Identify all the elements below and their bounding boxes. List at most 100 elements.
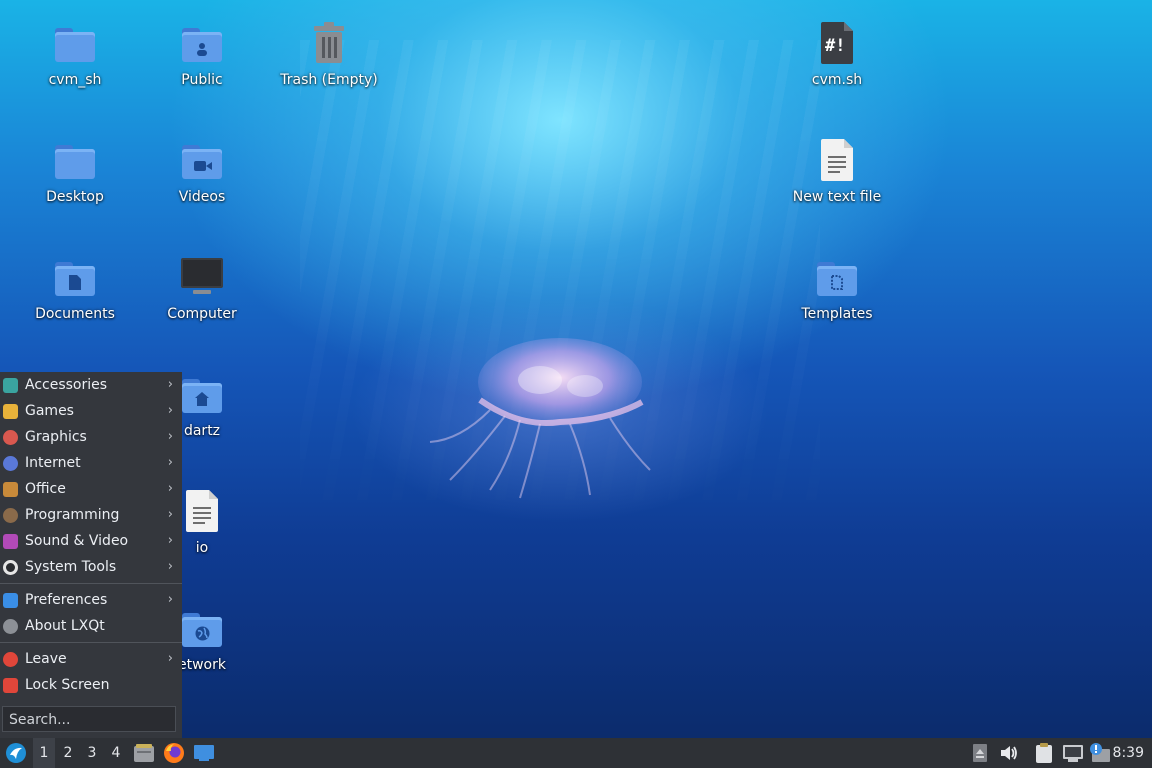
submenu-arrow-icon: › — [167, 455, 173, 470]
menu-item-lock-screen[interactable]: Lock Screen — [0, 672, 182, 698]
desktop-icon-label: New text file — [792, 189, 882, 205]
power-icon — [3, 652, 18, 667]
tray-clipboard[interactable] — [1035, 742, 1053, 764]
graphics-icon — [3, 430, 18, 445]
text-file-icon — [814, 139, 860, 183]
desktop-icon-label: Documents — [35, 306, 115, 322]
submenu-arrow-icon: › — [167, 403, 173, 418]
desktop-icon-videos[interactable]: Videos — [142, 139, 262, 205]
volume-icon — [1001, 746, 1017, 760]
menu-item-label: About LXQt — [25, 618, 105, 634]
menu-item-label: Lock Screen — [25, 677, 110, 693]
script-file-icon: #! — [814, 22, 860, 66]
desktop-icon-label: Desktop — [46, 189, 104, 205]
desktop-icon-label: Public — [181, 72, 223, 88]
jellyfish-wallpaper-art — [429, 338, 651, 499]
menu-search-input[interactable]: Search... — [2, 706, 176, 732]
notification-icon — [1090, 743, 1110, 762]
menu-item-label: Office — [25, 481, 66, 497]
application-menu: Accessories › Games › Graphics › Interne… — [0, 372, 182, 738]
network-wired-icon — [1063, 745, 1083, 762]
desktop-switch-3[interactable]: 3 — [81, 738, 103, 768]
menu-item-sound-video[interactable]: Sound & Video › — [0, 528, 182, 554]
internet-icon — [3, 456, 18, 471]
submenu-arrow-icon: › — [167, 481, 173, 496]
file-manager-launcher[interactable] — [133, 743, 155, 763]
menu-item-label: Accessories — [25, 377, 108, 393]
menu-item-programming[interactable]: Programming › — [0, 502, 182, 528]
documents-folder-icon — [52, 256, 98, 300]
firefox-icon — [164, 743, 184, 763]
lxqt-logo-icon — [6, 743, 26, 763]
desktop-icon-templates[interactable]: Templates — [777, 256, 897, 322]
firefox-launcher[interactable] — [163, 742, 185, 764]
menu-item-preferences[interactable]: Preferences › — [0, 587, 182, 613]
desktop-icon-trash[interactable]: Trash (Empty) — [269, 22, 389, 88]
menu-separator — [0, 583, 182, 584]
desktop-icon-label: Videos — [178, 189, 226, 205]
desktop-icon-cvm_sh[interactable]: cvm_sh — [15, 22, 135, 88]
menu-item-label: Preferences — [25, 592, 108, 608]
home-folder-icon — [179, 373, 225, 417]
computer-monitor-icon — [179, 256, 225, 300]
clipboard-icon — [1036, 743, 1052, 763]
submenu-arrow-icon: › — [167, 507, 173, 522]
network-folder-icon — [179, 607, 225, 651]
desktop-icon-documents[interactable]: Documents — [15, 256, 135, 322]
menu-item-label: Internet — [25, 455, 81, 471]
desktop-icon-desktop[interactable]: Desktop — [15, 139, 135, 205]
submenu-arrow-icon: › — [167, 377, 173, 392]
tray-volume[interactable] — [999, 744, 1019, 762]
show-desktop-button[interactable] — [193, 744, 215, 762]
desktop-switch-2[interactable]: 2 — [57, 738, 79, 768]
accessories-icon — [3, 378, 18, 393]
desktop-icon-label: Trash (Empty) — [280, 72, 378, 88]
videos-folder-icon — [179, 139, 225, 183]
menu-item-internet[interactable]: Internet › — [0, 450, 182, 476]
show-desktop-icon — [194, 745, 214, 761]
desktop-icon-label: Computer — [167, 306, 237, 322]
desktop-icon-new-text-file[interactable]: New text file — [777, 139, 897, 205]
taskbar-panel: 1 2 3 4 8:39 — [0, 738, 1152, 768]
menu-item-about-lxqt[interactable]: About LXQt — [0, 613, 182, 639]
submenu-arrow-icon: › — [167, 592, 173, 607]
menu-item-games[interactable]: Games › — [0, 398, 182, 424]
tray-item-removable[interactable] — [972, 743, 988, 763]
menu-item-system-tools[interactable]: System Tools › — [0, 554, 182, 580]
menu-item-label: System Tools — [25, 559, 117, 575]
menu-item-label: Sound & Video — [25, 533, 129, 549]
menu-item-accessories[interactable]: Accessories › — [0, 372, 182, 398]
lxqt-menu-button[interactable] — [5, 742, 27, 764]
desktop-icon-public[interactable]: Public — [142, 22, 262, 88]
templates-folder-icon — [814, 256, 860, 300]
menu-item-label: Games — [25, 403, 74, 419]
folder-icon — [52, 22, 98, 66]
clock[interactable]: 8:39 — [1113, 738, 1144, 768]
public-folder-icon — [179, 22, 225, 66]
submenu-arrow-icon: › — [167, 651, 173, 666]
menu-item-leave[interactable]: Leave › — [0, 646, 182, 672]
desktop-icon-label: cvm.sh — [811, 72, 863, 88]
preferences-icon — [3, 593, 18, 608]
menu-item-office[interactable]: Office › — [0, 476, 182, 502]
games-icon — [3, 404, 18, 419]
menu-item-label: Leave — [25, 651, 67, 667]
menu-item-graphics[interactable]: Graphics › — [0, 424, 182, 450]
submenu-arrow-icon: › — [167, 533, 173, 548]
drive-eject-icon — [973, 744, 987, 762]
submenu-arrow-icon: › — [167, 429, 173, 444]
script-glyph: #! — [825, 36, 846, 56]
info-icon — [3, 619, 18, 634]
tray-network[interactable] — [1062, 743, 1084, 763]
text-file-icon — [179, 490, 225, 534]
tray-notifications[interactable] — [1089, 742, 1111, 764]
submenu-arrow-icon: › — [167, 559, 173, 574]
sound-video-icon — [3, 534, 18, 549]
desktop-icon-computer[interactable]: Computer — [142, 256, 262, 322]
programming-hammer-icon — [3, 508, 18, 523]
desktop-icon-cvm-sh-script[interactable]: #! cvm.sh — [777, 22, 897, 88]
desktop-switch-4[interactable]: 4 — [105, 738, 127, 768]
menu-separator — [0, 642, 182, 643]
desktop-switch-1[interactable]: 1 — [33, 738, 55, 768]
menu-item-label: Graphics — [25, 429, 87, 445]
